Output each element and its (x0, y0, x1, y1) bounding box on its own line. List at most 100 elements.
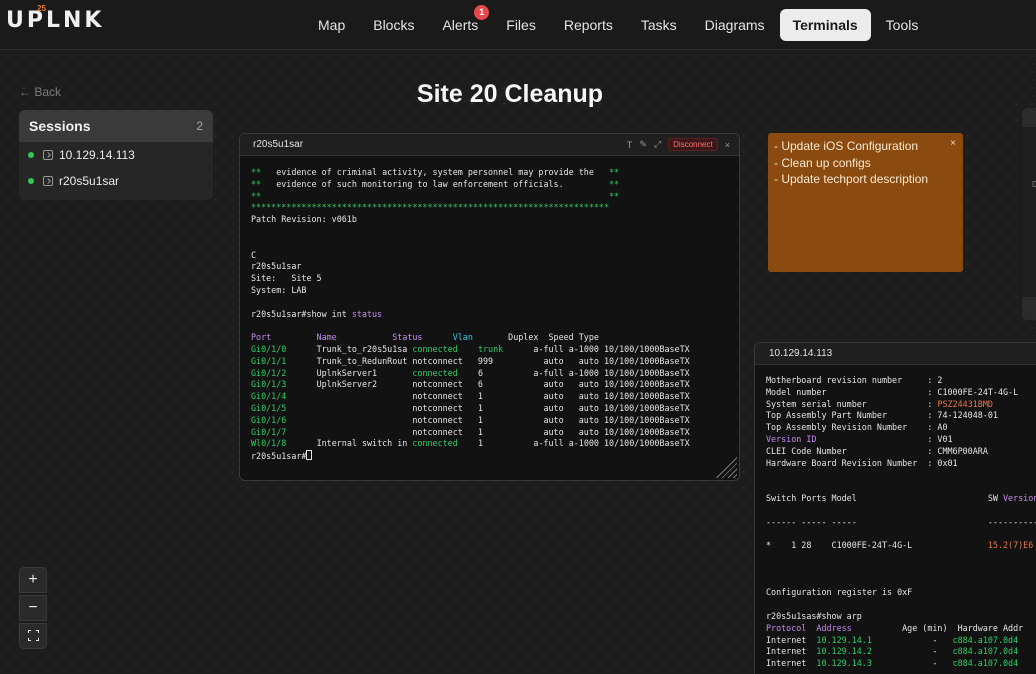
status-dot (28, 152, 34, 158)
nav-tools[interactable]: Tools (873, 9, 932, 41)
zoom-out-button[interactable]: − (19, 595, 47, 621)
terminal-title: 10.129.14.113 (769, 348, 833, 359)
terminal-text: ** (609, 178, 620, 189)
close-icon[interactable]: × (950, 136, 956, 153)
terminal-text: Hardware Board Revision Number : 0x01 (766, 457, 958, 468)
terminal-window[interactable]: 10.129.14.113 Motherboard revision numbe… (754, 342, 1036, 674)
terminal-text: Gi0/1/3 (251, 379, 317, 390)
terminal-line: C (251, 250, 728, 262)
terminal-text: * 1 28 C1000FE-24T-4G-L (766, 540, 988, 551)
nav-label: Reports (563, 17, 613, 33)
terminal-text: Gi0/1/0 (251, 343, 317, 354)
disconnect-button[interactable]: Disconnect (668, 138, 718, 151)
terminal-line: Gi0/1/1 Trunk_to_RedunRout notconnect 99… (251, 356, 728, 368)
terminal-text: System serial number : (766, 398, 938, 409)
session-item[interactable]: 10.129.14.113 (19, 142, 213, 168)
terminal-icon (43, 150, 53, 160)
terminal-text: - (871, 658, 953, 669)
terminal-icon (43, 176, 53, 186)
terminal-title: r20s5u1sar (253, 139, 304, 150)
terminal-text: status (351, 308, 383, 319)
session-label: r20s5u1sar (59, 174, 120, 188)
terminal-line: Site: Site 5 (251, 273, 728, 285)
terminal-line: Gi0/1/6 notconnect 1 auto auto 10/100/10… (251, 415, 728, 427)
terminal-line: Protocol Address Age (min) Hardware Addr (766, 623, 1036, 635)
terminal-text: Age (min) Hardware Addr (851, 622, 1024, 633)
text-size-icon[interactable]: T (627, 140, 633, 150)
nav-files[interactable]: Files (493, 9, 549, 41)
terminal-text: c884.a107.0d4 (952, 634, 1019, 645)
terminal-text: connected (412, 367, 478, 378)
expand-icon[interactable]: ⤢ (654, 139, 661, 150)
terminal-line: ** ** (251, 191, 728, 203)
note-line: - Update techport description (774, 172, 929, 186)
terminal-line: Top Assembly Part Number : 74-124048-01 (766, 410, 1036, 422)
logo-text: UPLNK (6, 8, 105, 33)
terminal-text: 6 a-full a-1000 10/100/1000BaseTX (477, 367, 690, 378)
nav-label: Blocks (373, 17, 415, 33)
nav-tasks[interactable]: Tasks (628, 9, 690, 41)
nav-map[interactable]: Map (305, 9, 358, 41)
nav-terminals[interactable]: Terminals (779, 9, 871, 41)
sessions-count: 2 (196, 119, 203, 133)
terminal-text: Site: Site 5 (251, 273, 322, 284)
nav-label: Alerts (442, 17, 479, 33)
terminal-text: Trunk_to_r20s5u1sa (316, 343, 413, 354)
zoom-in-button[interactable]: + (19, 567, 47, 593)
terminal-line: ****************************************… (251, 202, 728, 214)
nav-blocks[interactable]: Blocks (360, 9, 427, 41)
terminal-output[interactable]: ** evidence of criminal activity, system… (240, 156, 739, 473)
fit-view-button[interactable] (19, 623, 47, 649)
sticky-note[interactable]: × - Update iOS Configuration - Clean up … (768, 133, 963, 272)
terminal-line: ** evidence of criminal activity, system… (251, 167, 728, 179)
session-item[interactable]: r20s5u1sar (19, 168, 213, 194)
note-line: - Update iOS Configuration (774, 139, 919, 153)
terminal-output[interactable]: Motherboard revision number : 2 Model num… (755, 365, 1036, 674)
terminal-text: : V01 (816, 433, 953, 444)
terminal-text: c884.a107.0d4 (952, 658, 1019, 669)
terminal-text: 15.2(7)E6 (987, 540, 1034, 551)
terminal-text: 10.129.14.3 (816, 658, 872, 669)
nav-label: Map (318, 17, 346, 33)
nav-diagrams[interactable]: Diagrams (692, 9, 778, 41)
back-link[interactable]: ← Back (19, 85, 61, 99)
edit-icon[interactable]: ✎ (639, 139, 647, 150)
terminal-line: Gi0/1/4 notconnect 1 auto auto 10/100/10… (251, 391, 728, 403)
terminal-line: Internet 10.129.14.3 - c884.a107.0d4 (766, 658, 1036, 670)
terminal-text: notconnect 1 auto auto 10/100/1000BaseTX (316, 391, 690, 402)
terminal-text: a-full a-1000 10/100/1000BaseTX (533, 343, 690, 354)
terminal-text: Port Name (251, 332, 393, 343)
terminal-prompt-line[interactable]: r20s5u1sar# (251, 450, 728, 462)
nav-alerts[interactable]: Alerts 1 (429, 5, 491, 41)
nav-label: Terminals (792, 17, 858, 33)
terminal-text: Gi0/1/1 (251, 355, 317, 366)
terminal-header[interactable]: 10.129.14.113 (755, 343, 1036, 365)
top-bar: 25 UPLNK Map Blocks Alerts 1 Files Reports Tas… (0, 0, 1036, 50)
close-icon[interactable]: × (725, 140, 730, 150)
terminal-header[interactable]: r20s5u1sar T ✎ ⤢ Disconnect × (240, 134, 739, 156)
fit-view-icon (27, 630, 39, 641)
nav-label: Diagrams (704, 17, 765, 33)
nav-reports[interactable]: Reports (551, 9, 626, 41)
terminal-text: 10.129.14.2 (816, 646, 872, 657)
terminal-text: - (871, 634, 953, 645)
terminal-line: Top Assembly Revision Number : A0 (766, 422, 1036, 434)
nav-label: Files (506, 17, 536, 33)
terminal-text: Internet (766, 646, 817, 657)
terminal-window[interactable]: r20s5u1sar T ✎ ⤢ Disconnect × ** evidenc… (239, 133, 740, 481)
terminal-text: Patch Revision: v061b (251, 214, 357, 225)
terminal-text: 1 a-full a-1000 10/100/1000BaseTX (477, 438, 690, 449)
app-logo[interactable]: 25 UPLNK (6, 4, 105, 33)
terminal-line: Motherboard revision number : 2 (766, 375, 1036, 387)
terminal-line: Gi0/1/7 notconnect 1 auto auto 10/100/10… (251, 427, 728, 439)
terminal-line: Gi0/1/0 Trunk_to_r20s5u1sa connected tru… (251, 344, 728, 356)
terminal-line: r20s5u1sar#show int status (251, 309, 728, 321)
sessions-header[interactable]: Sessions 2 (19, 110, 213, 142)
